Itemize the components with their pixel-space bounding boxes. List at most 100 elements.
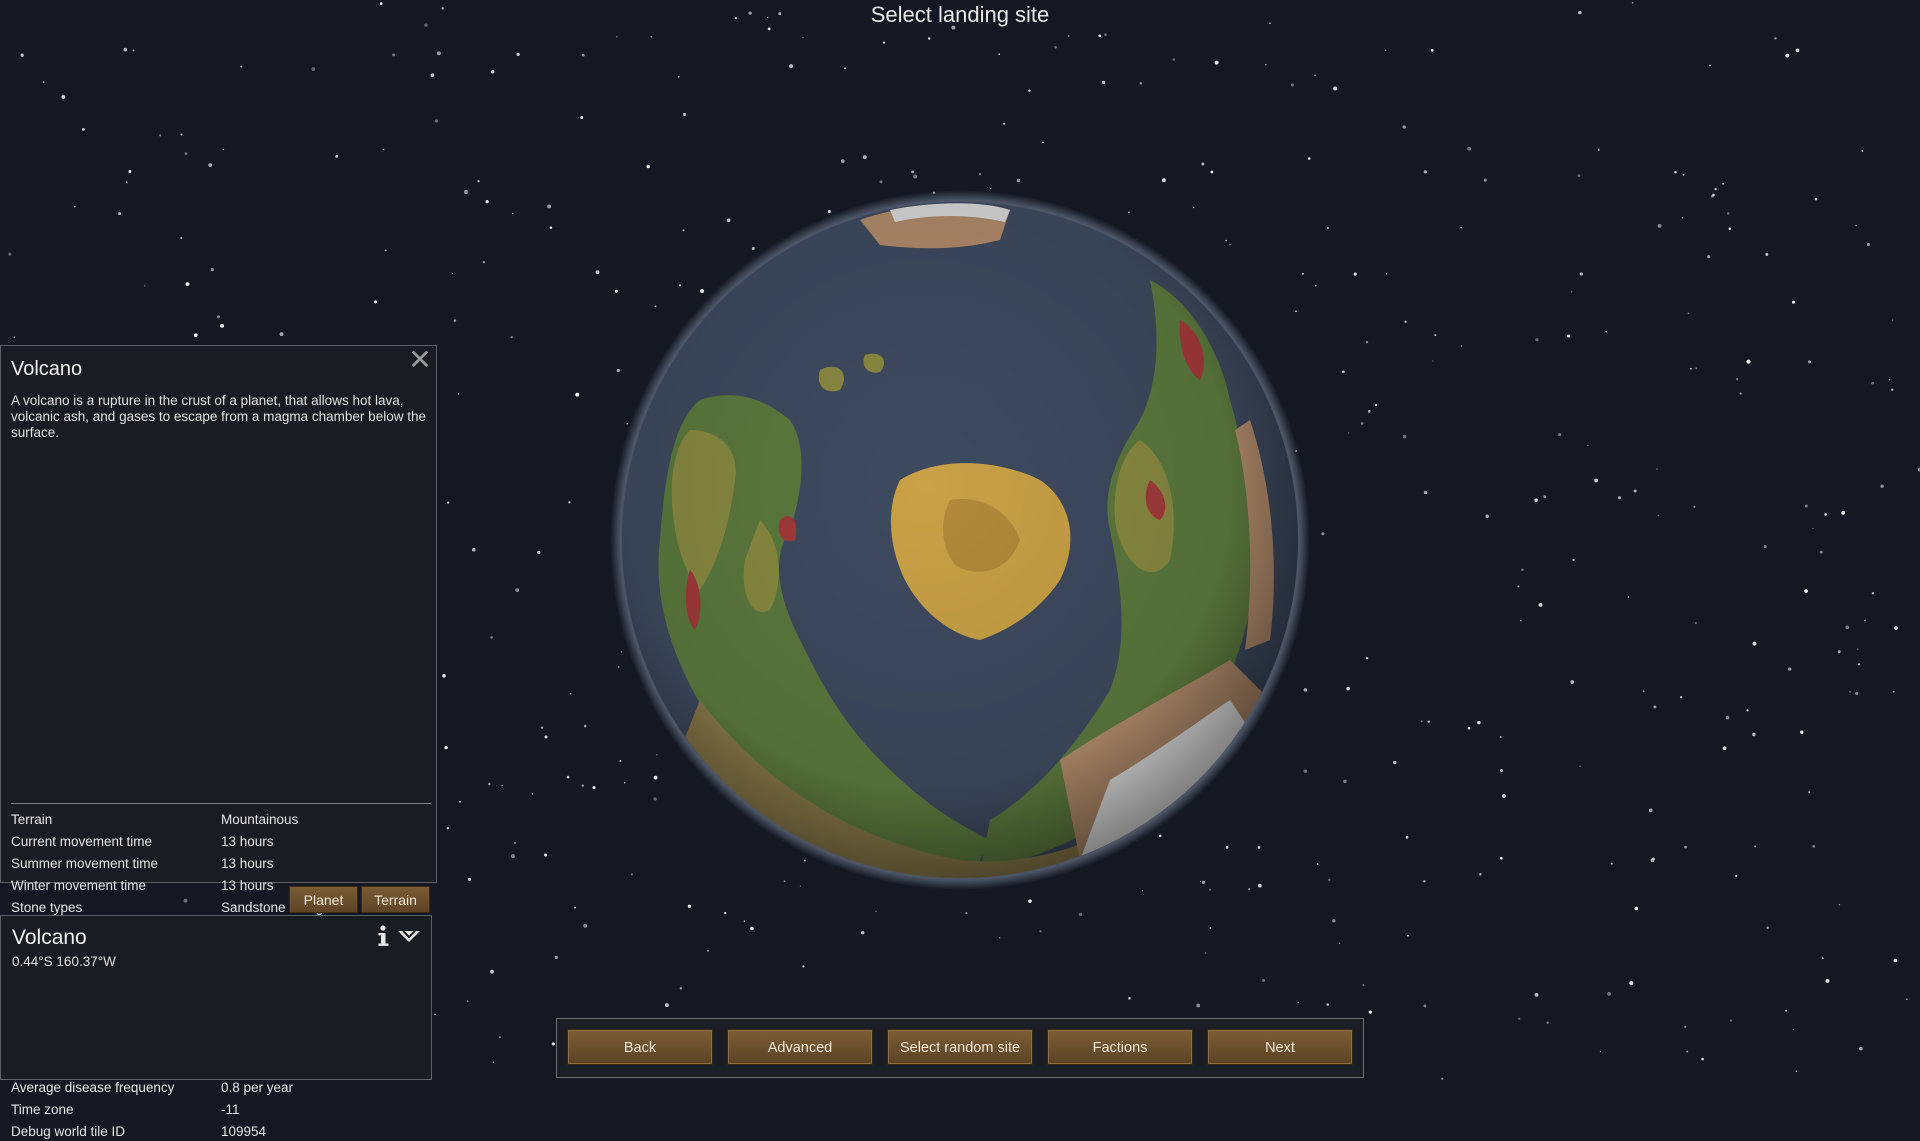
- star: [515, 588, 520, 592]
- star: [1404, 320, 1407, 323]
- star: [159, 134, 162, 137]
- star: [1714, 187, 1717, 191]
- star: [1633, 489, 1637, 493]
- star: [707, 950, 709, 952]
- star: [1139, 82, 1143, 85]
- star: [1765, 252, 1769, 256]
- star: [1362, 984, 1365, 986]
- star: [862, 155, 867, 160]
- star: [1684, 1025, 1687, 1029]
- select-random-site-button[interactable]: Select random site: [887, 1029, 1033, 1065]
- star: [1746, 359, 1751, 364]
- star: [144, 285, 146, 287]
- star: [185, 282, 190, 286]
- info-row-value: 109954: [221, 1124, 267, 1139]
- star: [1605, 330, 1608, 333]
- back-button[interactable]: Back: [567, 1029, 713, 1065]
- star: [1141, 890, 1144, 892]
- star: [1727, 212, 1730, 215]
- star: [1520, 619, 1522, 622]
- star: [679, 987, 682, 990]
- star: [682, 229, 685, 232]
- star: [1477, 720, 1481, 725]
- star: [1460, 226, 1462, 229]
- star: [783, 880, 786, 883]
- star: [1795, 1070, 1797, 1072]
- star: [220, 323, 225, 328]
- star: [1499, 856, 1503, 860]
- star: [1342, 370, 1345, 374]
- star: [453, 319, 457, 322]
- star: [700, 289, 705, 293]
- info-row-label: Current movement time: [11, 834, 153, 849]
- star: [1587, 444, 1589, 447]
- star: [1502, 794, 1506, 798]
- factions-button[interactable]: Factions: [1047, 1029, 1193, 1065]
- star: [1543, 495, 1547, 498]
- star: [1434, 334, 1437, 337]
- star: [216, 315, 221, 319]
- star: [1812, 527, 1814, 530]
- info-row-label: Terrain: [11, 812, 53, 827]
- star: [1321, 532, 1325, 536]
- star: [482, 261, 485, 264]
- star: [875, 910, 877, 912]
- info-row: Summer movement time 13 hours: [11, 855, 431, 873]
- star: [1686, 1050, 1689, 1053]
- star: [1725, 715, 1730, 720]
- next-button[interactable]: Next: [1207, 1029, 1353, 1065]
- tile-coordinates: 0.44°S 160.37°W: [12, 954, 116, 969]
- tab-planet[interactable]: Planet: [289, 886, 358, 913]
- info-row-label: Average disease frequency: [11, 1080, 175, 1095]
- star: [1467, 146, 1472, 151]
- star: [436, 51, 441, 56]
- star: [574, 906, 577, 909]
- star: [1054, 46, 1057, 49]
- star: [1314, 284, 1317, 287]
- star: [1888, 378, 1891, 381]
- star: [1617, 496, 1621, 500]
- star: [1824, 513, 1828, 516]
- star: [1752, 732, 1756, 737]
- star: [430, 73, 435, 77]
- bottom-button-bar: Back Advanced Select random site Faction…: [556, 1018, 1364, 1078]
- info-row-value: -11: [221, 1102, 240, 1117]
- dropdown-icon[interactable]: [397, 928, 421, 944]
- close-icon[interactable]: ✕: [408, 346, 432, 374]
- star: [1893, 958, 1898, 963]
- star: [1855, 224, 1857, 227]
- star: [467, 877, 472, 881]
- star: [1746, 709, 1749, 712]
- star: [472, 547, 476, 552]
- star: [554, 955, 558, 960]
- star: [1002, 122, 1006, 125]
- star: [447, 501, 450, 504]
- star: [1681, 216, 1684, 219]
- star: [1657, 514, 1660, 517]
- star: [1485, 514, 1489, 518]
- star: [510, 335, 513, 339]
- star: [335, 155, 339, 158]
- info-icon[interactable]: [375, 924, 391, 948]
- tab-terrain[interactable]: Terrain: [361, 886, 430, 913]
- star: [544, 853, 548, 857]
- star: [1707, 255, 1711, 259]
- star: [516, 52, 520, 56]
- star: [1295, 310, 1297, 313]
- star: [501, 784, 503, 787]
- star: [656, 753, 658, 756]
- advanced-button[interactable]: Advanced: [727, 1029, 873, 1065]
- star: [581, 53, 585, 57]
- star: [1460, 345, 1463, 347]
- star: [1906, 998, 1908, 1000]
- star: [1712, 193, 1715, 197]
- star: [1500, 769, 1503, 772]
- star: [1348, 432, 1350, 434]
- star: [1785, 1009, 1788, 1012]
- star: [1657, 224, 1662, 228]
- star: [1360, 422, 1364, 425]
- star: [1859, 1046, 1863, 1051]
- star: [1521, 568, 1524, 572]
- star: [128, 169, 132, 173]
- star: [1558, 433, 1562, 437]
